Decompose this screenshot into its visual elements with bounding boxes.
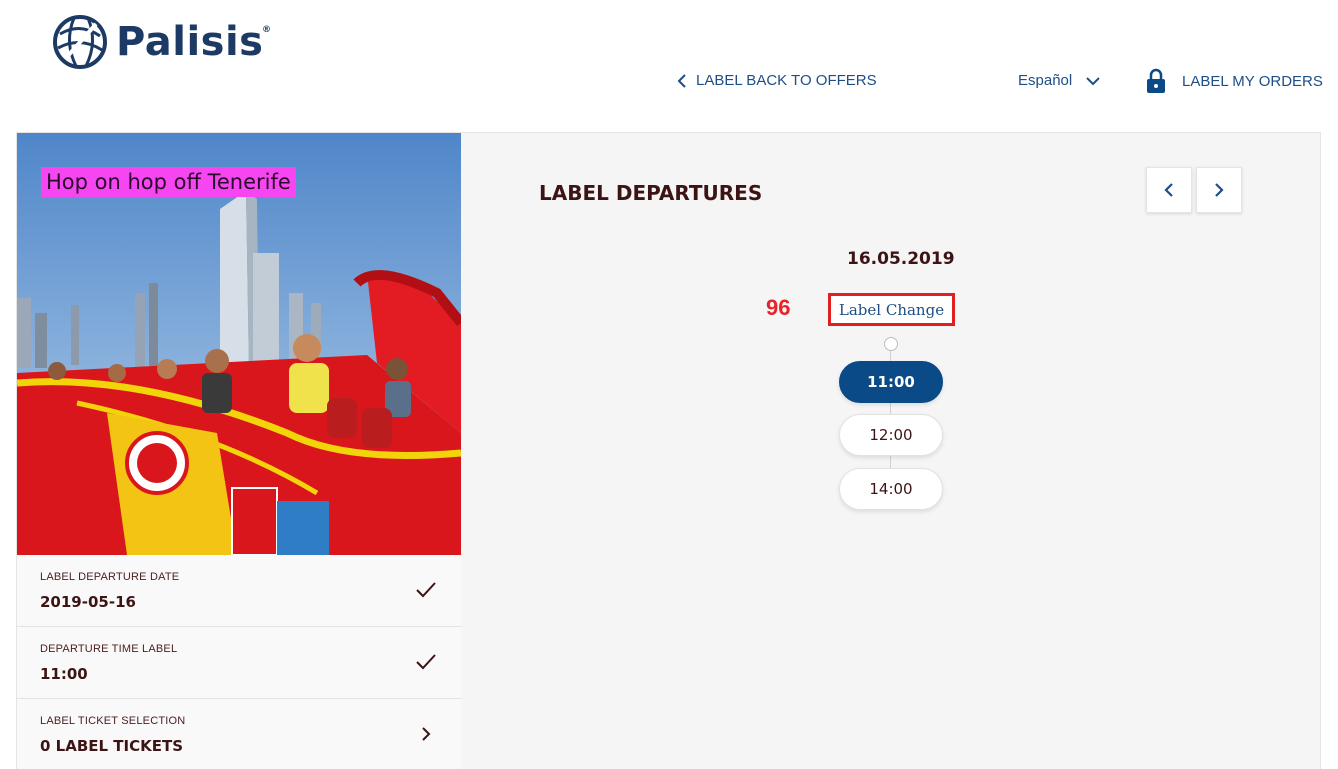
summary-label: LABEL TICKET SELECTION: [40, 715, 186, 727]
language-label: Español: [1018, 72, 1073, 89]
chevron-left-icon: [1164, 183, 1173, 197]
back-to-offers-link[interactable]: LABEL BACK TO OFFERS: [676, 72, 877, 89]
timeline-start-dot: [884, 337, 898, 351]
summary-value: 2019-05-16: [40, 593, 136, 611]
lock-icon: [1147, 68, 1165, 93]
next-day-button[interactable]: [1196, 167, 1242, 213]
my-orders-link[interactable]: LABEL MY ORDERS: [1146, 68, 1323, 94]
previous-day-button[interactable]: [1146, 167, 1192, 213]
product-title: Hop on hop off Tenerife: [41, 167, 296, 197]
brand-logo[interactable]: Palisis ®: [52, 14, 272, 70]
language-selector[interactable]: Español: [1018, 72, 1100, 89]
time-slot-1400[interactable]: 14:00: [839, 468, 943, 510]
time-slot-1100[interactable]: 11:00: [839, 361, 943, 403]
back-to-offers-label: LABEL BACK TO OFFERS: [696, 72, 877, 89]
globe-logo-icon: [53, 15, 107, 69]
brand-name: Palisis ®: [116, 19, 272, 65]
summary-departure-time[interactable]: DEPARTURE TIME LABEL 11:00: [17, 627, 461, 699]
selected-date: 16.05.2019: [847, 249, 955, 269]
summary-label: DEPARTURE TIME LABEL: [40, 643, 178, 655]
summary-ticket-selection[interactable]: LABEL TICKET SELECTION 0 LABEL TICKETS: [17, 699, 461, 769]
summary-label: LABEL DEPARTURE DATE: [40, 571, 180, 583]
change-date-button[interactable]: Label Change: [828, 293, 955, 326]
availability-count: 96: [766, 295, 791, 320]
chevron-right-icon: [422, 727, 431, 741]
check-icon: [416, 654, 436, 670]
product-image: Hop on hop off Tenerife: [17, 133, 461, 555]
departures-title: LABEL DEPARTURES: [539, 181, 763, 205]
my-orders-label: LABEL MY ORDERS: [1182, 72, 1323, 90]
chevron-right-icon: [1215, 183, 1224, 197]
chevron-down-icon: [1086, 76, 1100, 85]
product-summary-panel: Hop on hop off Tenerife LABEL DEPARTURE …: [17, 133, 461, 769]
chevron-left-icon: [677, 73, 686, 88]
booking-card: Hop on hop off Tenerife LABEL DEPARTURE …: [16, 132, 1321, 769]
summary-departure-date[interactable]: LABEL DEPARTURE DATE 2019-05-16: [17, 555, 461, 627]
check-icon: [416, 582, 436, 598]
time-slot-1200[interactable]: 12:00: [839, 414, 943, 456]
summary-value: 11:00: [40, 665, 88, 683]
summary-value: 0 LABEL TICKETS: [40, 737, 184, 755]
